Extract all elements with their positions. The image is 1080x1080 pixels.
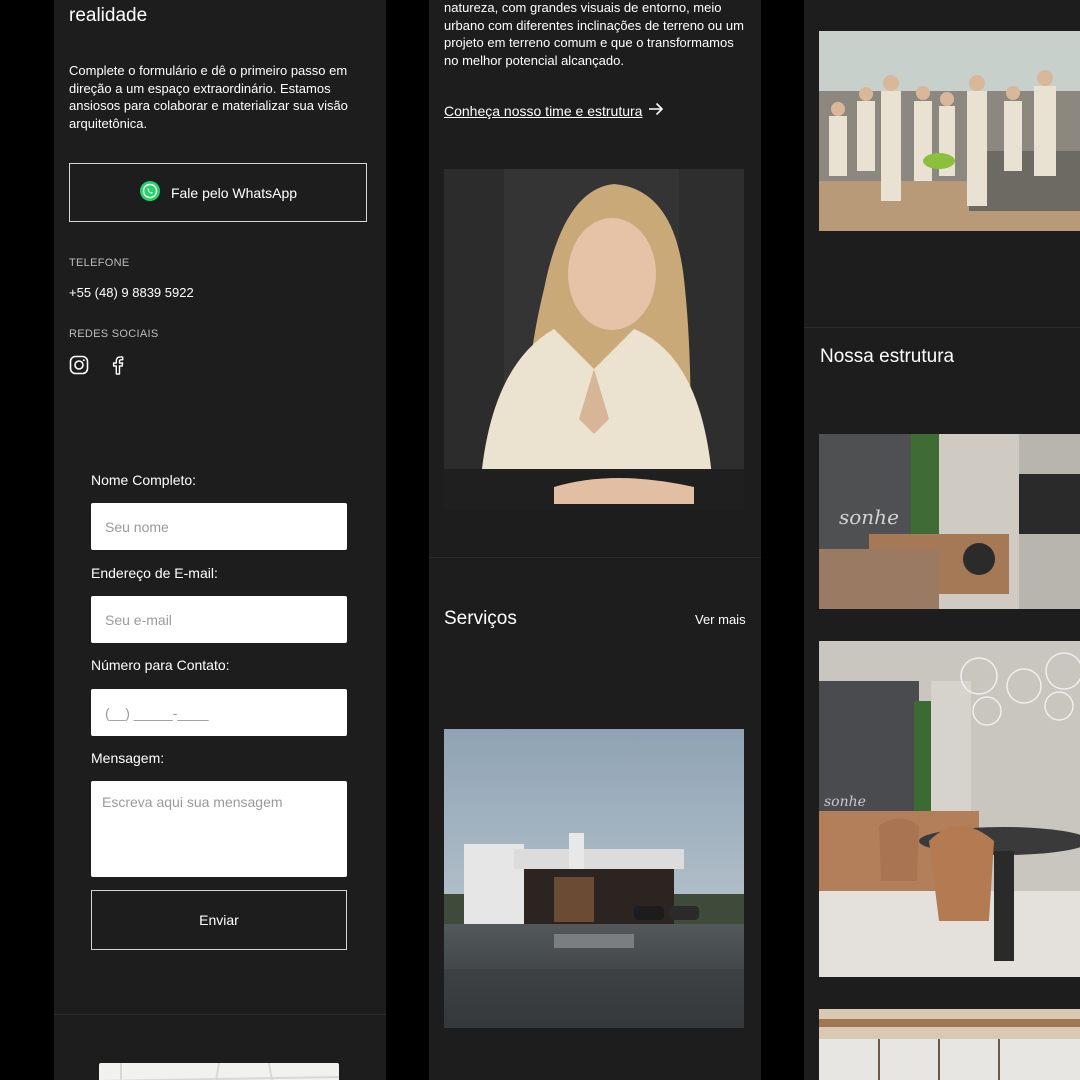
whatsapp-icon — [139, 180, 161, 205]
contact-intro: Complete o formulário e dê o primeiro pa… — [69, 63, 348, 131]
structure-title: Nossa estrutura — [820, 346, 955, 367]
location-map[interactable] — [98, 1062, 340, 1080]
name-label: Nome Completo: — [91, 472, 197, 488]
services-more-link[interactable]: Ver mais — [695, 612, 746, 627]
phone-label: TELEFONE — [69, 257, 130, 269]
whatsapp-label: Fale pelo WhatsApp — [170, 184, 298, 201]
svg-text:sonhe: sonhe — [824, 794, 866, 810]
architect-portrait — [444, 169, 744, 509]
about-text: natureza, com grandes visuais de entorno… — [444, 0, 744, 68]
name-input[interactable]: Seu nome — [91, 503, 347, 550]
divider — [429, 557, 761, 558]
email-input[interactable]: Seu e-mail — [91, 596, 347, 643]
service-house-image[interactable] — [444, 729, 744, 1028]
email-label: Endereço de E-mail: — [91, 565, 218, 581]
structure-panel: Nossa estrutura sonhe sonhe — [804, 0, 1080, 1080]
social-label: REDES SOCIAIS — [69, 328, 159, 340]
whatsapp-button[interactable]: Fale pelo WhatsApp — [69, 163, 367, 222]
contact-number-label: Número para Contato: — [91, 657, 230, 673]
message-textarea[interactable]: Escreva aqui sua mensagem — [91, 781, 347, 877]
message-label: Mensagem: — [91, 750, 165, 766]
instagram-icon[interactable] — [69, 355, 89, 380]
team-photo — [819, 31, 1080, 231]
send-button[interactable]: Enviar — [91, 890, 347, 950]
phone-value[interactable]: +55 (48) 9 8839 5922 — [69, 285, 194, 300]
contact-heading: realidade — [69, 5, 148, 26]
structure-photo-office[interactable] — [819, 1009, 1080, 1080]
contact-panel: realidade Complete o formulário e dê o p… — [54, 0, 386, 1080]
team-link[interactable]: Conheça nosso time e estrutura — [444, 102, 664, 119]
services-title: Serviços — [444, 608, 517, 629]
team-link-label: Conheça nosso time e estrutura — [444, 102, 643, 119]
divider — [54, 1014, 386, 1015]
arrow-right-icon — [648, 102, 664, 119]
about-panel: natureza, com grandes visuais de entorno… — [429, 0, 761, 1080]
facebook-icon[interactable] — [110, 355, 124, 380]
svg-text:sonhe: sonhe — [839, 505, 899, 529]
structure-photo-lounge[interactable]: sonhe — [819, 434, 1080, 609]
contact-number-input[interactable]: (__) _____-____ — [91, 689, 347, 736]
structure-photo-dining[interactable]: sonhe — [819, 641, 1080, 977]
divider — [804, 327, 1080, 328]
